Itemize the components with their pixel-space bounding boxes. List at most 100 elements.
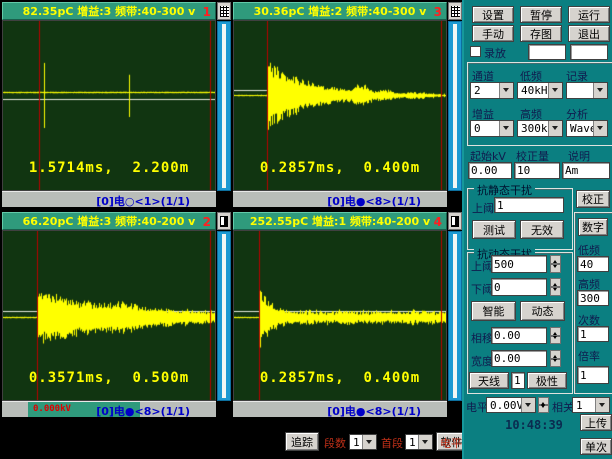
correction-field[interactable] xyxy=(514,162,560,179)
page-icon[interactable] xyxy=(448,212,462,230)
page-icon[interactable] xyxy=(217,212,231,230)
panel-3-scroll-thumb[interactable] xyxy=(453,24,457,188)
digital-button[interactable]: 数字 xyxy=(578,218,608,236)
ratio-label: 倍率 xyxy=(578,350,600,363)
chevron-down-icon[interactable] xyxy=(362,435,376,449)
lower-threshold-spinner[interactable] xyxy=(550,278,561,296)
segments-dropdown[interactable]: 1 xyxy=(349,434,377,450)
grid-icon[interactable] xyxy=(448,2,462,20)
exit-button[interactable]: 退出 xyxy=(568,25,610,42)
calibrate-button[interactable]: 校正 xyxy=(576,190,610,208)
chevron-down-icon[interactable] xyxy=(521,398,535,412)
width-field[interactable] xyxy=(491,350,547,367)
record-playback-checkbox[interactable] xyxy=(470,46,481,57)
single-shot-button[interactable]: 单次 xyxy=(580,438,612,455)
panel-2-scroll-thumb[interactable] xyxy=(222,234,226,398)
antenna-button[interactable]: 天线 xyxy=(469,372,509,389)
panel-4-scrollbar[interactable] xyxy=(448,231,462,401)
run-button[interactable]: 运行 xyxy=(568,6,610,23)
chevron-down-icon[interactable] xyxy=(595,398,609,412)
gain-value: 0 xyxy=(474,122,481,135)
grid-icon[interactable] xyxy=(217,2,231,20)
panel-1-header[interactable]: 82.35pC 增益:3 频带:40-300 v 1 xyxy=(2,2,216,20)
phase-spinner[interactable] xyxy=(550,327,561,344)
width-spinner[interactable] xyxy=(550,350,561,367)
level-dropdown[interactable]: 0.00V xyxy=(486,397,536,413)
firstseg-value: 1 xyxy=(409,436,416,449)
channel-dropdown[interactable]: 2 xyxy=(470,82,514,99)
waveform-panel-1: 82.35pC 增益:3 频带:40-300 v 1 1.5714ms, 2.2… xyxy=(2,2,216,208)
panel-2-scroll-column xyxy=(217,212,231,417)
chevron-down-icon[interactable] xyxy=(548,83,562,98)
lowfreq-dropdown[interactable]: 40kHz xyxy=(517,82,563,99)
settings-button[interactable]: 设置 xyxy=(472,6,514,23)
control-pane: 设置 暂停 运行 手动 存图 退出 录放 通道 低频 记录 2 40kHz 增益… xyxy=(462,0,612,459)
lowfreq2-field[interactable] xyxy=(577,256,609,272)
chevron-down-icon[interactable] xyxy=(499,121,513,136)
level-label-bottom: 电平 xyxy=(440,437,462,450)
panel-4-waveform[interactable]: 0.2857ms, 0.400m xyxy=(233,230,447,401)
correlation-dropdown[interactable]: 1 xyxy=(572,397,610,413)
panel-4-header[interactable]: 252.55pC 增益:1 频带:40-200 v 4 xyxy=(233,212,447,230)
record-field-1[interactable] xyxy=(528,44,566,60)
antenna-field[interactable] xyxy=(511,372,525,389)
width-label: 宽度 xyxy=(471,355,493,368)
record-dropdown[interactable] xyxy=(566,82,608,99)
lower-threshold-field[interactable] xyxy=(491,278,547,296)
upper-threshold-field-1[interactable] xyxy=(494,197,564,213)
panel-3-status-bar: [0]电●<8>(1/1) xyxy=(233,191,447,208)
bottom-toolbar: 追踪 段数 1 首段 1 软件 xyxy=(0,420,467,459)
chevron-down-icon[interactable] xyxy=(593,121,607,136)
record-field-2[interactable] xyxy=(570,44,608,60)
panel-2-status: [0]电●<8>(1/1) xyxy=(96,405,190,418)
smart-button[interactable]: 智能 xyxy=(471,301,516,321)
panel-2-header[interactable]: 66.20pC 增益:3 频带:40-200 v 2 xyxy=(2,212,216,230)
polarity-button[interactable]: 极性 xyxy=(527,372,567,389)
upload-button[interactable]: 上传 xyxy=(580,414,612,431)
invalid-button[interactable]: 无效 xyxy=(520,220,564,239)
level-spinner[interactable] xyxy=(538,397,549,413)
firstseg-dropdown[interactable]: 1 xyxy=(405,434,433,450)
upper-threshold-label-1: 上阈 xyxy=(472,202,494,215)
chevron-down-icon[interactable] xyxy=(593,83,607,98)
chevron-down-icon[interactable] xyxy=(418,435,432,449)
chevron-down-icon[interactable] xyxy=(499,83,513,98)
ratio-field[interactable] xyxy=(577,366,609,384)
correlation-label: 相关 xyxy=(552,401,574,414)
panel-4-measurement: 0.2857ms, 0.400m xyxy=(259,370,421,386)
firstseg-label: 首段 xyxy=(381,437,403,450)
track-button[interactable]: 追踪 xyxy=(285,432,319,451)
panel-2-scrollbar[interactable] xyxy=(217,231,231,401)
manual-button[interactable]: 手动 xyxy=(472,25,514,42)
panel-3-scrollbar[interactable] xyxy=(448,21,462,191)
analysis-dropdown[interactable]: Wave xyxy=(566,120,608,137)
panel-3-waveform[interactable]: 0.2857ms, 0.400m xyxy=(233,20,447,191)
panel-1-scroll-thumb[interactable] xyxy=(222,24,226,188)
startkv-field[interactable] xyxy=(468,162,512,179)
panel-1-number: 1 xyxy=(202,5,211,19)
panel-4-status-bar: [0]电●<8>(1/1) xyxy=(233,401,447,418)
upper-threshold-field-2[interactable] xyxy=(491,255,547,273)
record-playback-label: 录放 xyxy=(484,47,506,60)
waveform-panel-4: 252.55pC 增益:1 频带:40-200 v 4 0.2857ms, 0.… xyxy=(233,212,447,418)
panel-1-title: 82.35pC 增益:3 频带:40-300 v xyxy=(22,5,196,18)
panel-1-scroll-column xyxy=(217,2,231,207)
pause-button[interactable]: 暂停 xyxy=(520,6,562,23)
dynamic-button[interactable]: 动态 xyxy=(520,301,565,321)
test-button[interactable]: 测试 xyxy=(472,220,516,239)
gain-dropdown[interactable]: 0 xyxy=(470,120,514,137)
upper-threshold-spinner[interactable] xyxy=(550,255,561,273)
panel-2-waveform[interactable]: 0.3571ms, 0.500m xyxy=(2,230,216,401)
description-field[interactable] xyxy=(562,162,610,179)
panel-3-header[interactable]: 30.36pC 增益:2 频带:40-300 v 3 xyxy=(233,2,447,20)
count-field[interactable] xyxy=(577,326,609,342)
panel-1-scrollbar[interactable] xyxy=(217,21,231,191)
panel-4-scroll-thumb[interactable] xyxy=(453,234,457,398)
highfreq-dropdown[interactable]: 300kHz xyxy=(517,120,563,137)
chevron-down-icon[interactable] xyxy=(548,121,562,136)
highfreq2-field[interactable] xyxy=(577,290,609,306)
save-image-button[interactable]: 存图 xyxy=(520,25,562,42)
phase-field[interactable] xyxy=(491,327,547,344)
correlation-value: 1 xyxy=(576,399,583,412)
panel-1-waveform[interactable]: 1.5714ms, 2.200m xyxy=(2,20,216,191)
